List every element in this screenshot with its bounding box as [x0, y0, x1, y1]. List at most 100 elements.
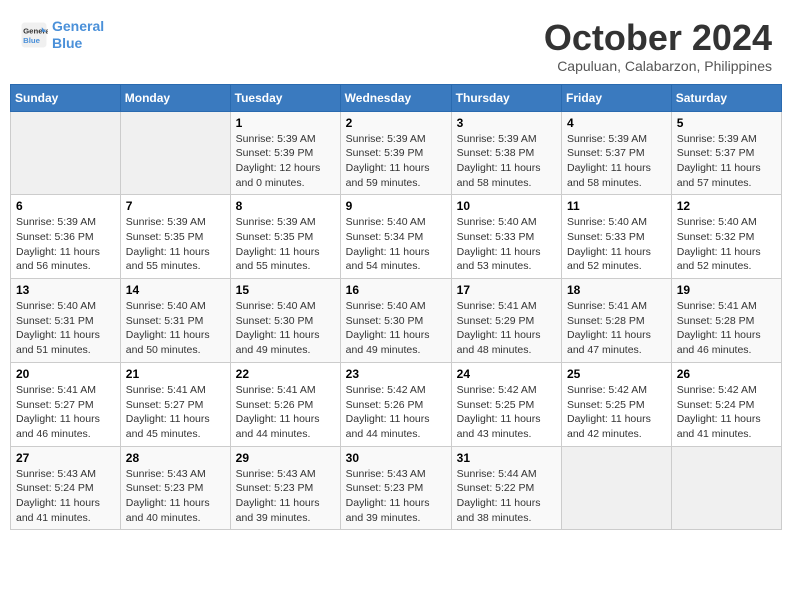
day-number: 27	[16, 451, 115, 465]
logo: General Blue General Blue	[20, 18, 104, 52]
day-info: Sunrise: 5:43 AM Sunset: 5:24 PM Dayligh…	[16, 467, 115, 526]
day-number: 11	[567, 199, 666, 213]
day-info: Sunrise: 5:40 AM Sunset: 5:34 PM Dayligh…	[346, 215, 446, 274]
day-number: 5	[677, 116, 776, 130]
calendar-week-row: 1 Sunrise: 5:39 AM Sunset: 5:39 PM Daylig…	[11, 111, 782, 195]
calendar-cell: 24 Sunrise: 5:42 AM Sunset: 5:25 PM Dayli…	[451, 362, 561, 446]
calendar-cell: 21Sunrise: 5:41 AM Sunset: 5:27 PM Dayli…	[120, 362, 230, 446]
day-number: 25	[567, 367, 666, 381]
weekday-header: Wednesday	[340, 84, 451, 111]
calendar-cell: 16Sunrise: 5:40 AM Sunset: 5:30 PM Dayli…	[340, 279, 451, 363]
day-number: 24	[457, 367, 556, 381]
calendar-cell: 9 Sunrise: 5:40 AM Sunset: 5:34 PM Daylig…	[340, 195, 451, 279]
calendar-cell: 5 Sunrise: 5:39 AM Sunset: 5:37 PM Daylig…	[671, 111, 781, 195]
day-number: 23	[346, 367, 446, 381]
weekday-header: Thursday	[451, 84, 561, 111]
day-number: 19	[677, 283, 776, 297]
day-info: Sunrise: 5:40 AM Sunset: 5:31 PM Dayligh…	[16, 299, 115, 358]
calendar-cell: 19Sunrise: 5:41 AM Sunset: 5:28 PM Dayli…	[671, 279, 781, 363]
day-info: Sunrise: 5:40 AM Sunset: 5:30 PM Dayligh…	[236, 299, 335, 358]
day-info: Sunrise: 5:40 AM Sunset: 5:33 PM Dayligh…	[457, 215, 556, 274]
day-info: Sunrise: 5:43 AM Sunset: 5:23 PM Dayligh…	[346, 467, 446, 526]
calendar-table: SundayMondayTuesdayWednesdayThursdayFrid…	[10, 84, 782, 531]
day-number: 2	[346, 116, 446, 130]
logo-line1: General	[52, 18, 104, 34]
day-number: 16	[346, 283, 446, 297]
day-info: Sunrise: 5:43 AM Sunset: 5:23 PM Dayligh…	[126, 467, 225, 526]
day-info: Sunrise: 5:42 AM Sunset: 5:25 PM Dayligh…	[457, 383, 556, 442]
calendar-cell: 14 Sunrise: 5:40 AM Sunset: 5:31 PM Dayli…	[120, 279, 230, 363]
day-number: 6	[16, 199, 115, 213]
calendar-cell: 6 Sunrise: 5:39 AM Sunset: 5:36 PM Daylig…	[11, 195, 121, 279]
day-number: 12	[677, 199, 776, 213]
calendar-cell: 11Sunrise: 5:40 AM Sunset: 5:33 PM Dayli…	[562, 195, 672, 279]
calendar-cell: 3Sunrise: 5:39 AM Sunset: 5:38 PM Daylig…	[451, 111, 561, 195]
svg-text:Blue: Blue	[23, 36, 41, 45]
location-subtitle: Capuluan, Calabarzon, Philippines	[544, 58, 772, 74]
day-info: Sunrise: 5:39 AM Sunset: 5:37 PM Dayligh…	[567, 132, 666, 191]
page-header: General Blue General Blue October 2024 C…	[10, 10, 782, 78]
day-info: Sunrise: 5:39 AM Sunset: 5:36 PM Dayligh…	[16, 215, 115, 274]
calendar-cell: 17Sunrise: 5:41 AM Sunset: 5:29 PM Dayli…	[451, 279, 561, 363]
calendar-cell: 1 Sunrise: 5:39 AM Sunset: 5:39 PM Daylig…	[230, 111, 340, 195]
day-number: 15	[236, 283, 335, 297]
day-info: Sunrise: 5:41 AM Sunset: 5:26 PM Dayligh…	[236, 383, 335, 442]
calendar-cell: 4 Sunrise: 5:39 AM Sunset: 5:37 PM Daylig…	[562, 111, 672, 195]
calendar-week-row: 13 Sunrise: 5:40 AM Sunset: 5:31 PM Dayli…	[11, 279, 782, 363]
calendar-week-row: 27 Sunrise: 5:43 AM Sunset: 5:24 PM Dayli…	[11, 446, 782, 530]
day-number: 13	[16, 283, 115, 297]
day-info: Sunrise: 5:39 AM Sunset: 5:35 PM Dayligh…	[126, 215, 225, 274]
weekday-header: Tuesday	[230, 84, 340, 111]
day-number: 1	[236, 116, 335, 130]
day-info: Sunrise: 5:44 AM Sunset: 5:22 PM Dayligh…	[457, 467, 556, 526]
logo-line2: Blue	[52, 35, 82, 51]
day-info: Sunrise: 5:40 AM Sunset: 5:32 PM Dayligh…	[677, 215, 776, 274]
calendar-cell: 25 Sunrise: 5:42 AM Sunset: 5:25 PM Dayli…	[562, 362, 672, 446]
day-info: Sunrise: 5:39 AM Sunset: 5:39 PM Dayligh…	[346, 132, 446, 191]
calendar-cell: 13 Sunrise: 5:40 AM Sunset: 5:31 PM Dayli…	[11, 279, 121, 363]
day-number: 26	[677, 367, 776, 381]
calendar-cell	[11, 111, 121, 195]
weekday-header: Sunday	[11, 84, 121, 111]
calendar-week-row: 6 Sunrise: 5:39 AM Sunset: 5:36 PM Daylig…	[11, 195, 782, 279]
day-number: 22	[236, 367, 335, 381]
day-number: 28	[126, 451, 225, 465]
day-info: Sunrise: 5:41 AM Sunset: 5:27 PM Dayligh…	[16, 383, 115, 442]
day-number: 9	[346, 199, 446, 213]
calendar-cell: 15 Sunrise: 5:40 AM Sunset: 5:30 PM Dayli…	[230, 279, 340, 363]
day-info: Sunrise: 5:39 AM Sunset: 5:39 PM Dayligh…	[236, 132, 335, 191]
day-number: 29	[236, 451, 335, 465]
calendar-cell: 26 Sunrise: 5:42 AM Sunset: 5:24 PM Dayli…	[671, 362, 781, 446]
calendar-week-row: 20 Sunrise: 5:41 AM Sunset: 5:27 PM Dayli…	[11, 362, 782, 446]
logo-text: General Blue	[52, 18, 104, 52]
calendar-cell: 12 Sunrise: 5:40 AM Sunset: 5:32 PM Dayli…	[671, 195, 781, 279]
day-info: Sunrise: 5:42 AM Sunset: 5:24 PM Dayligh…	[677, 383, 776, 442]
calendar-cell: 7 Sunrise: 5:39 AM Sunset: 5:35 PM Daylig…	[120, 195, 230, 279]
calendar-cell: 30 Sunrise: 5:43 AM Sunset: 5:23 PM Dayli…	[340, 446, 451, 530]
day-number: 4	[567, 116, 666, 130]
calendar-cell: 27 Sunrise: 5:43 AM Sunset: 5:24 PM Dayli…	[11, 446, 121, 530]
day-info: Sunrise: 5:39 AM Sunset: 5:38 PM Dayligh…	[457, 132, 556, 191]
day-number: 7	[126, 199, 225, 213]
calendar-cell	[562, 446, 672, 530]
calendar-cell: 8Sunrise: 5:39 AM Sunset: 5:35 PM Daylig…	[230, 195, 340, 279]
day-number: 30	[346, 451, 446, 465]
calendar-cell: 22 Sunrise: 5:41 AM Sunset: 5:26 PM Dayli…	[230, 362, 340, 446]
calendar-cell	[120, 111, 230, 195]
month-title: October 2024	[544, 18, 772, 58]
day-number: 18	[567, 283, 666, 297]
day-number: 14	[126, 283, 225, 297]
day-number: 20	[16, 367, 115, 381]
weekday-header: Saturday	[671, 84, 781, 111]
day-number: 10	[457, 199, 556, 213]
day-info: Sunrise: 5:42 AM Sunset: 5:25 PM Dayligh…	[567, 383, 666, 442]
calendar-header-row: SundayMondayTuesdayWednesdayThursdayFrid…	[11, 84, 782, 111]
day-info: Sunrise: 5:41 AM Sunset: 5:28 PM Dayligh…	[567, 299, 666, 358]
calendar-cell: 28 Sunrise: 5:43 AM Sunset: 5:23 PM Dayli…	[120, 446, 230, 530]
calendar-cell: 10 Sunrise: 5:40 AM Sunset: 5:33 PM Dayli…	[451, 195, 561, 279]
day-info: Sunrise: 5:39 AM Sunset: 5:37 PM Dayligh…	[677, 132, 776, 191]
day-info: Sunrise: 5:39 AM Sunset: 5:35 PM Dayligh…	[236, 215, 335, 274]
day-info: Sunrise: 5:40 AM Sunset: 5:31 PM Dayligh…	[126, 299, 225, 358]
day-info: Sunrise: 5:41 AM Sunset: 5:27 PM Dayligh…	[126, 383, 225, 442]
calendar-cell: 29Sunrise: 5:43 AM Sunset: 5:23 PM Dayli…	[230, 446, 340, 530]
